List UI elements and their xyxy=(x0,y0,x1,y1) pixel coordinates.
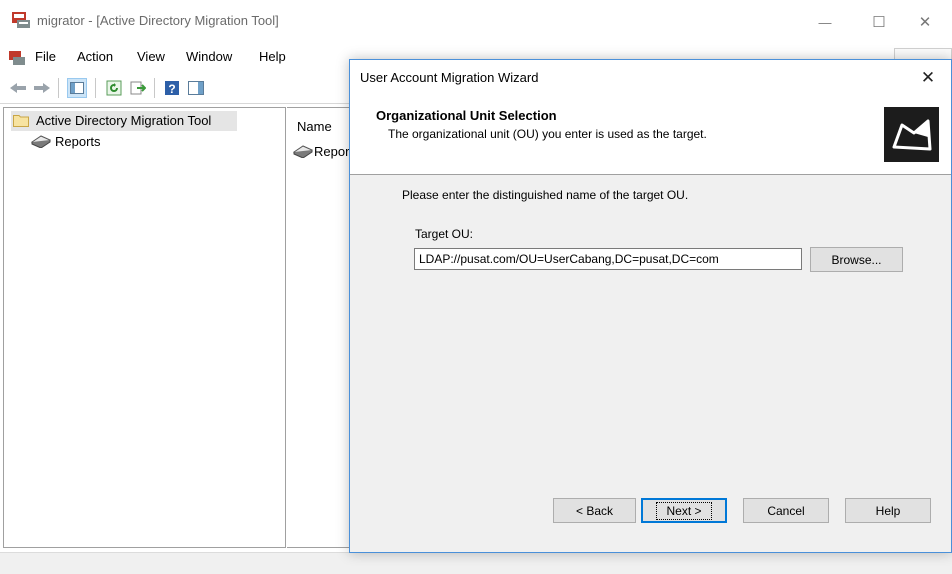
folder-icon xyxy=(13,114,29,130)
export-list-icon[interactable] xyxy=(128,78,148,98)
next-button[interactable]: Next > xyxy=(641,498,727,523)
svg-text:?: ? xyxy=(168,82,175,96)
close-icon: ✕ xyxy=(918,14,932,31)
menu-view[interactable]: View xyxy=(137,49,165,64)
target-ou-input[interactable] xyxy=(414,248,802,270)
wizard-title: User Account Migration Wizard xyxy=(360,70,539,85)
target-ou-label: Target OU: xyxy=(415,227,474,241)
help-icon[interactable]: ? xyxy=(162,78,182,98)
menu-help[interactable]: Help xyxy=(259,49,286,64)
wizard-close-button[interactable]: ✕ xyxy=(914,66,942,90)
minimize-button[interactable]: — xyxy=(802,6,848,38)
maximize-icon: ☐ xyxy=(872,14,886,31)
menu-action[interactable]: Action xyxy=(77,49,113,64)
maximize-button[interactable]: ☐ xyxy=(856,6,902,38)
toolbar-separator xyxy=(58,78,59,98)
toolbar-separator xyxy=(95,78,96,98)
menu-window[interactable]: Window xyxy=(186,49,232,64)
reports-book-icon xyxy=(30,134,52,151)
system-menu-icon[interactable] xyxy=(8,50,26,66)
back-button[interactable]: < Back xyxy=(553,498,636,523)
minimize-icon: — xyxy=(818,14,832,30)
close-button[interactable]: ✕ xyxy=(902,6,948,38)
show-hide-action-pane-icon[interactable] xyxy=(186,78,206,98)
tree-item-reports[interactable]: Reports xyxy=(55,134,101,149)
refresh-icon[interactable] xyxy=(104,78,124,98)
show-hide-tree-icon[interactable] xyxy=(67,78,87,98)
help-button[interactable]: Help xyxy=(845,498,931,523)
window-title: migrator - [Active Directory Migration T… xyxy=(37,13,279,28)
list-item[interactable]: Repor xyxy=(314,144,349,159)
status-bar xyxy=(0,552,952,574)
column-header-name[interactable]: Name xyxy=(297,119,332,134)
wizard-page-heading: Organizational Unit Selection xyxy=(376,108,557,123)
menu-file[interactable]: File xyxy=(35,49,56,64)
reports-book-icon xyxy=(292,144,314,161)
browse-button[interactable]: Browse... xyxy=(810,247,903,272)
app-icon xyxy=(11,11,31,29)
next-button-label: Next > xyxy=(656,501,712,520)
back-arrow-icon[interactable] xyxy=(8,78,28,98)
cancel-button[interactable]: Cancel xyxy=(743,498,829,523)
toolbar-separator xyxy=(154,78,155,98)
tree-root-label: Active Directory Migration Tool xyxy=(36,113,212,128)
close-icon: ✕ xyxy=(920,68,936,87)
console-tree-pane[interactable] xyxy=(3,107,286,548)
wizard-prompt: Please enter the distinguished name of t… xyxy=(402,188,689,202)
admt-logo-icon xyxy=(884,107,939,162)
forward-arrow-icon[interactable] xyxy=(32,78,52,98)
wizard-page-subheading: The organizational unit (OU) you enter i… xyxy=(388,127,707,141)
